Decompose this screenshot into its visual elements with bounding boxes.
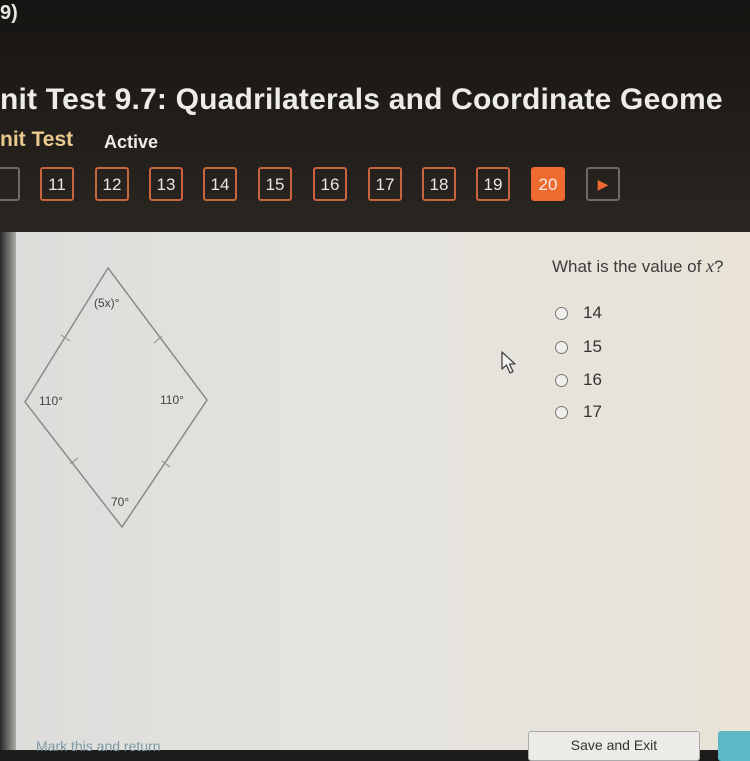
question-button-18[interactable]: 18: [422, 167, 456, 201]
question-button-10[interactable]: [0, 167, 20, 201]
question-button-13[interactable]: 13: [149, 167, 183, 201]
question-navigation: 11 12 13 14 15 16 17 18 19 20 ▶: [0, 167, 750, 203]
page-title: nit Test 9.7: Quadrilaterals and Coordin…: [0, 83, 723, 116]
question-variable: x: [706, 256, 715, 276]
submit-next-button[interactable]: [718, 731, 750, 761]
angle-label-left: 110°: [39, 394, 63, 408]
play-arrow-icon: ▶: [597, 176, 609, 192]
question-mark: ?: [714, 257, 724, 276]
save-and-exit-button[interactable]: Save and Exit: [528, 731, 700, 761]
radio-button[interactable]: [555, 405, 568, 419]
option-label: 16: [583, 370, 602, 389]
radio-button[interactable]: [555, 340, 568, 354]
angle-label-top: (5x)°: [94, 296, 120, 310]
question-button-20-current[interactable]: 20: [531, 167, 565, 201]
mark-and-return-link[interactable]: Mark this and return: [36, 738, 161, 754]
mouse-pointer-icon: [501, 351, 516, 374]
option-label: 17: [583, 402, 602, 421]
radio-button[interactable]: [555, 306, 568, 320]
question-button-15[interactable]: 15: [258, 167, 292, 201]
question-text: What is the value of: [552, 257, 707, 276]
next-question-button[interactable]: ▶: [586, 167, 620, 201]
option-label: 15: [583, 337, 602, 356]
question-button-12[interactable]: 12: [95, 167, 129, 201]
test-type-label: nit Test: [0, 128, 74, 151]
angle-label-bottom: 70°: [111, 495, 129, 509]
angle-label-right: 110°: [160, 393, 184, 407]
rhombus-figure: (5x)° 110° 110° 70°: [24, 266, 208, 529]
status-label: Active: [104, 132, 159, 152]
answer-option-4[interactable]: 17: [555, 401, 602, 423]
answer-option-2[interactable]: 15: [555, 336, 602, 358]
radio-button[interactable]: [555, 373, 568, 387]
question-button-14[interactable]: 14: [203, 167, 237, 201]
answer-option-3[interactable]: 16: [555, 369, 602, 391]
option-label: 14: [583, 303, 602, 322]
question-button-17[interactable]: 17: [368, 167, 402, 201]
question-prompt: What is the value of x?: [552, 256, 724, 277]
question-button-16[interactable]: 16: [313, 167, 347, 201]
question-button-19[interactable]: 19: [476, 167, 510, 201]
breadcrumb-fragment: 9): [0, 2, 18, 24]
question-button-11[interactable]: 11: [40, 167, 74, 201]
answer-option-1[interactable]: 14: [555, 302, 602, 324]
header-bar: 9) nit Test 9.7: Quadrilaterals and Coor…: [0, 0, 750, 232]
